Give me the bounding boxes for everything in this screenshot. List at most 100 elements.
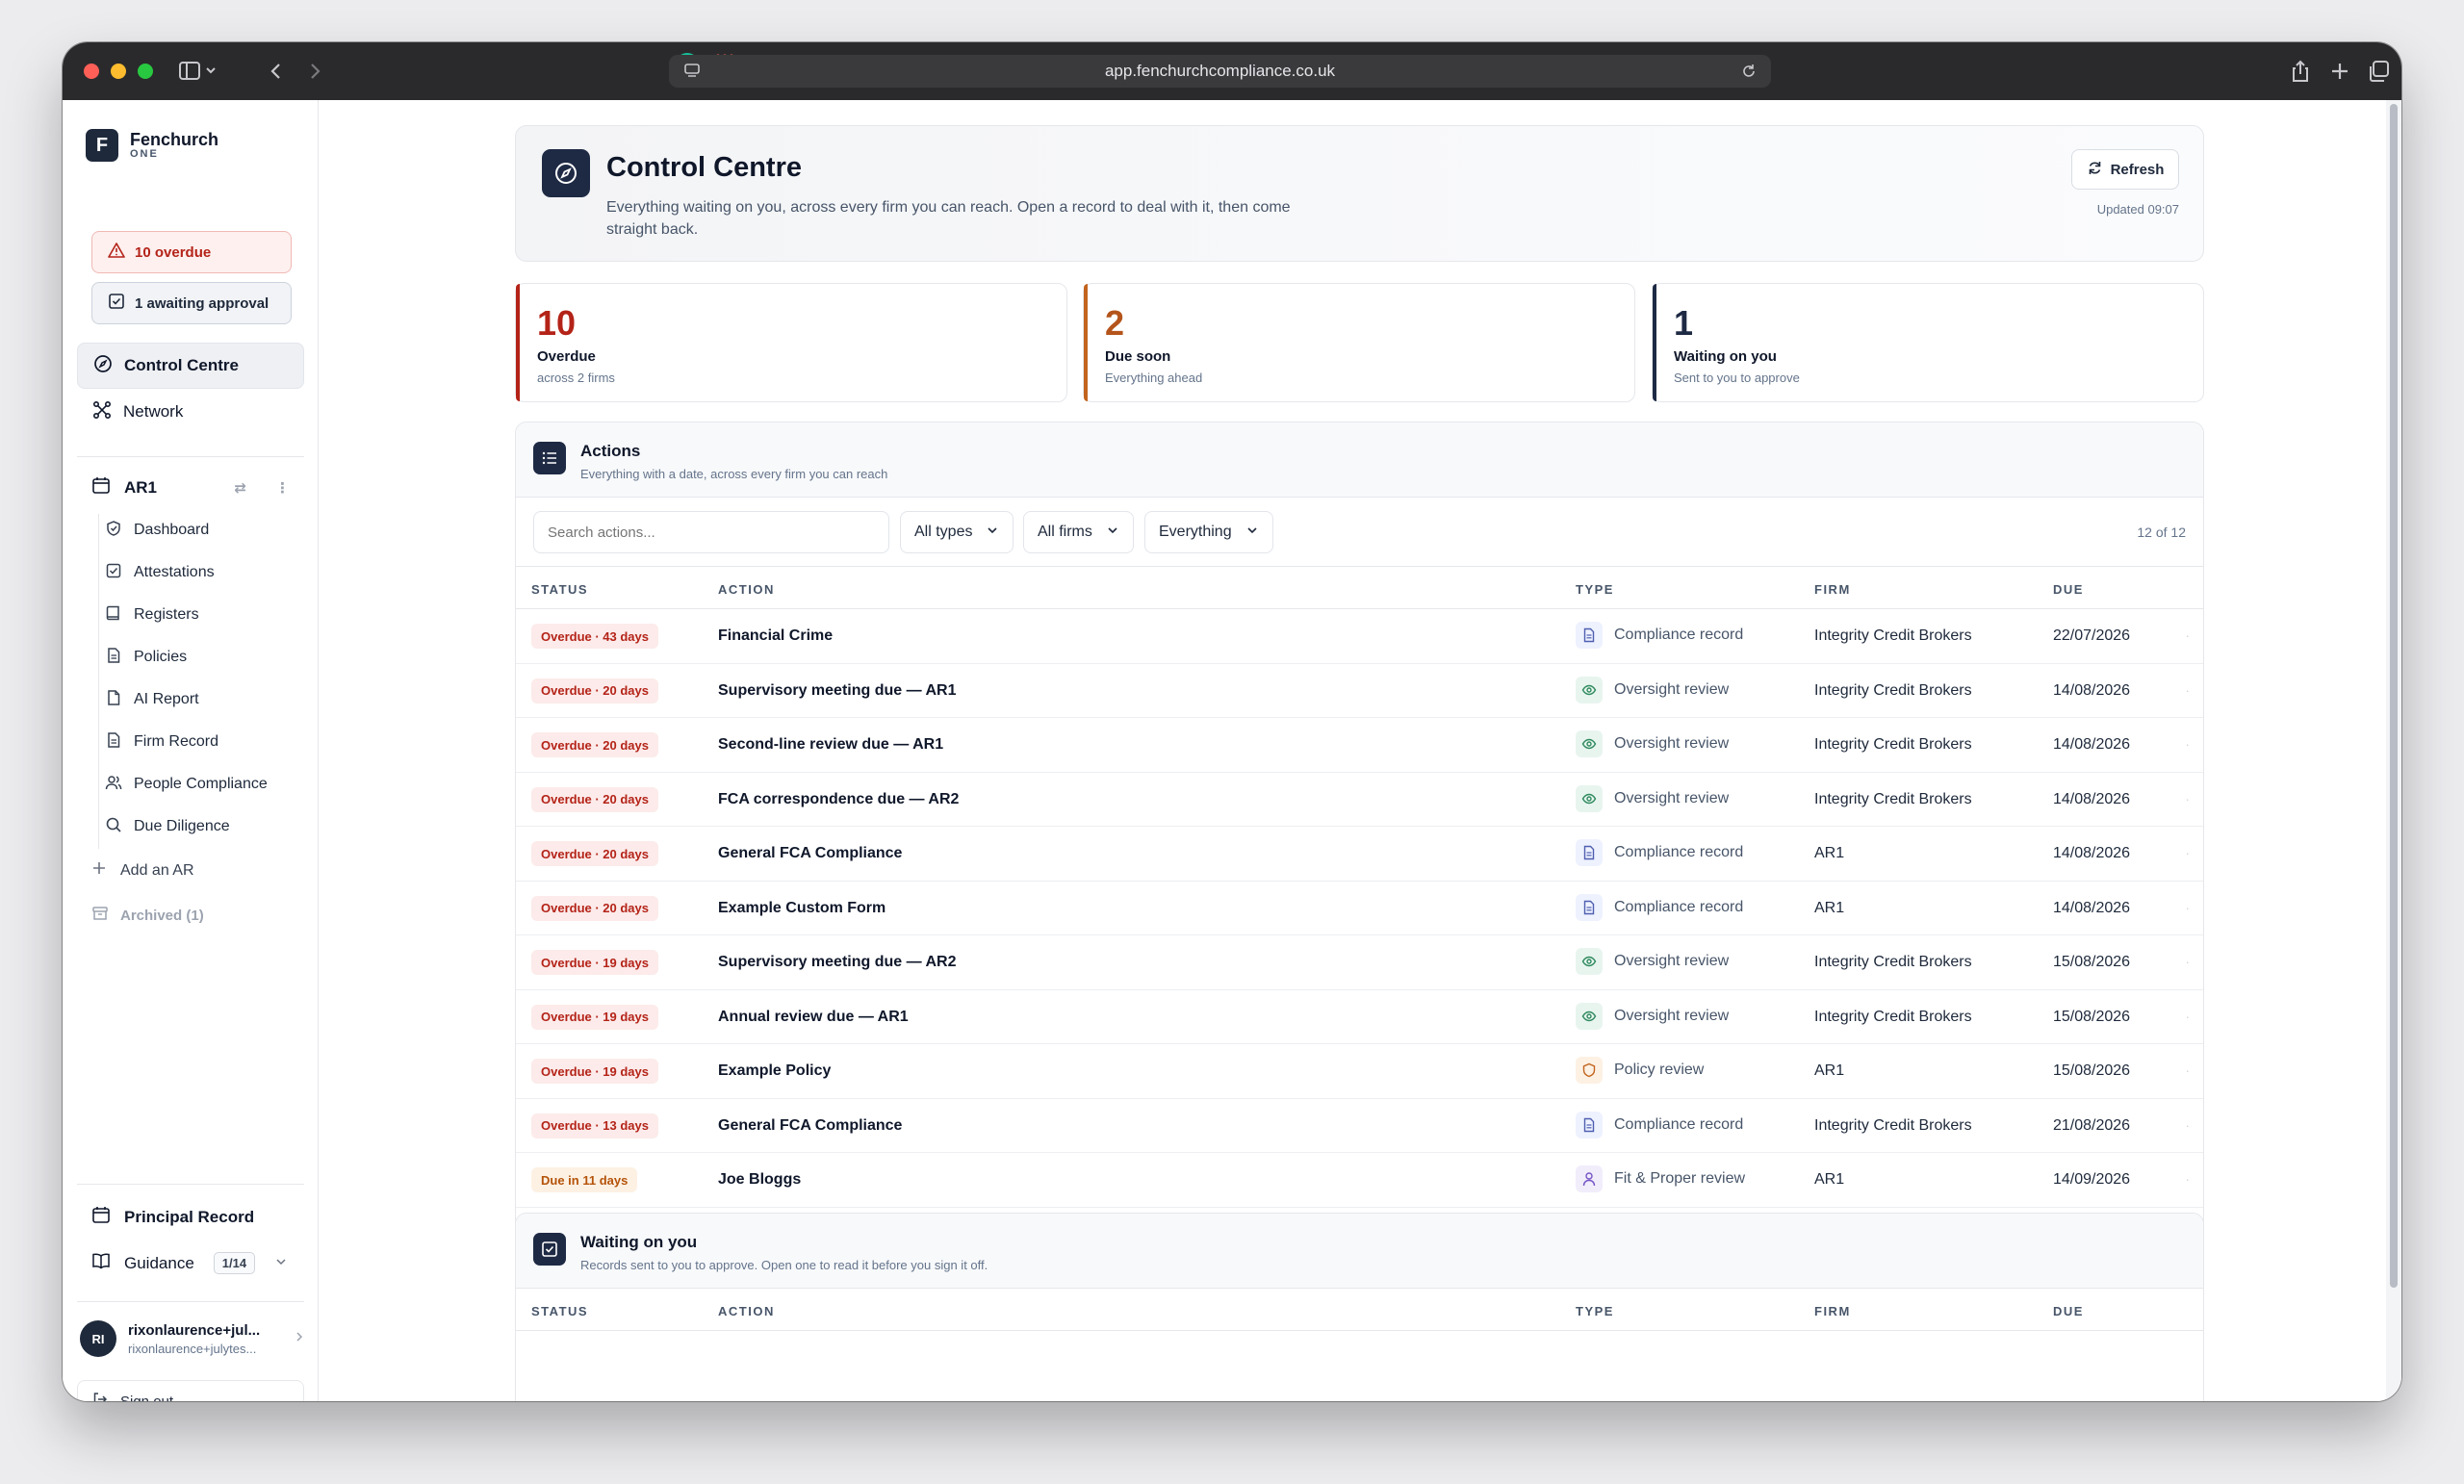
sidebar: F Fenchurch ONE 10 overdue 1 awaiting ap…	[63, 100, 319, 1401]
type-cell: Compliance record	[1576, 1111, 1743, 1139]
maximize-window-button[interactable]	[138, 64, 153, 79]
scrollbar[interactable]	[2386, 100, 2401, 1401]
table-row[interactable]: Overdue · 20 days Supervisory meeting du…	[516, 664, 2203, 718]
search-actions-input[interactable]	[533, 511, 889, 553]
chevron-down-icon	[1245, 524, 1259, 542]
compass-icon	[93, 354, 113, 378]
range-filter-dropdown[interactable]: Everything	[1144, 511, 1273, 553]
minimize-window-button[interactable]	[111, 64, 126, 79]
subnav-label: People Compliance	[134, 776, 268, 792]
status-badge: Due in 11 days	[531, 1167, 638, 1192]
nav-control-centre[interactable]: Control Centre	[77, 343, 304, 389]
awaiting-approval-pill[interactable]: 1 awaiting approval	[91, 282, 292, 324]
brand[interactable]: F Fenchurch ONE	[86, 129, 218, 162]
subnav-firm-record[interactable]: Firm Record	[105, 728, 218, 756]
status-badge: Overdue · 20 days	[531, 678, 658, 704]
dropdown-value: Everything	[1159, 524, 1232, 540]
file-icon	[105, 689, 122, 711]
actions-subtitle: Everything with a date, across every fir…	[580, 467, 888, 481]
switch-ar-icon[interactable]: ⇄	[234, 479, 246, 497]
actions-panel-header: Actions Everything with a date, across e…	[516, 422, 2203, 498]
type-cell: Oversight review	[1576, 676, 1729, 704]
table-row[interactable]: Overdue · 20 days FCA correspondence due…	[516, 773, 2203, 827]
subnav-people-compliance[interactable]: People Compliance	[105, 770, 268, 799]
subnav-registers[interactable]: Registers	[105, 601, 199, 629]
table-row[interactable]: Overdue · 20 days Second-line review due…	[516, 718, 2203, 773]
archived-link[interactable]: Archived (1)	[91, 905, 204, 926]
tab-overview-icon[interactable]	[2367, 58, 2392, 91]
guidance-link[interactable]: Guidance 1/14	[91, 1251, 294, 1275]
subnav-policies[interactable]: Policies	[105, 643, 187, 672]
firm-filter-dropdown[interactable]: All firms	[1023, 511, 1134, 553]
main-content: Control Centre Everything waiting on you…	[320, 100, 2401, 1401]
firm-name: AR1	[1814, 1171, 1845, 1188]
back-icon[interactable]	[263, 58, 290, 91]
overdue-pill[interactable]: 10 overdue	[91, 231, 292, 273]
table-row[interactable]: Overdue · 13 days General FCA Compliance…	[516, 1099, 2203, 1153]
type-label: Oversight review	[1614, 1007, 1730, 1024]
waiting-subtitle: Records sent to you to approve. Open one…	[580, 1258, 988, 1272]
address-bar[interactable]: app.fenchurchcompliance.co.uk	[669, 55, 1771, 88]
refresh-button[interactable]: Refresh	[2071, 149, 2179, 190]
table-row[interactable]: Overdue · 19 days Annual review due — AR…	[516, 990, 2203, 1044]
calendar-icon	[91, 475, 111, 499]
due-date: 14/08/2026	[2053, 899, 2131, 916]
firm-name: AR1	[1814, 899, 1845, 916]
sign-out-button[interactable]: Sign out	[77, 1380, 304, 1401]
column-header-action: ACTION	[718, 582, 775, 597]
document-icon	[1576, 839, 1603, 866]
actions-table-body: Overdue · 43 days Financial Crime Compli…	[516, 609, 2203, 1262]
table-row[interactable]: Overdue · 19 days Example Policy Policy …	[516, 1044, 2203, 1099]
nav-network[interactable]: Network	[77, 389, 304, 435]
ar-switcher[interactable]: AR1 ⇄ ⋮	[91, 475, 303, 499]
subnav-ai-report[interactable]: AI Report	[105, 685, 199, 714]
stat-card-waiting[interactable]: 1 Waiting on you Sent to you to approve	[1652, 283, 2204, 402]
dropdown-value: All firms	[1038, 524, 1092, 540]
stat-card-overdue[interactable]: 10 Overdue across 2 firms	[515, 283, 1067, 402]
chevron-down-icon[interactable]	[274, 1254, 288, 1273]
due-date: 14/09/2026	[2053, 1171, 2131, 1188]
table-row[interactable]: Overdue · 20 days Example Custom Form Co…	[516, 882, 2203, 935]
table-row[interactable]: Overdue · 19 days Supervisory meeting du…	[516, 935, 2203, 990]
due-date: 14/08/2026	[2053, 845, 2131, 861]
user-account-menu[interactable]: RI rixonlaurence+jul... rixonlaurence+ju…	[80, 1320, 311, 1357]
guidance-progress-badge: 1/14	[213, 1252, 256, 1274]
subnav-label: Firm Record	[134, 733, 219, 750]
last-updated: Updated 09:07	[2096, 202, 2179, 217]
reload-icon[interactable]	[1740, 63, 1758, 85]
firm-name: AR1	[1814, 1062, 1845, 1079]
nav-label: Network	[123, 402, 184, 421]
url-text: app.fenchurchcompliance.co.uk	[1104, 62, 1336, 80]
action-name: Second-line review due — AR1	[718, 736, 944, 753]
table-row[interactable]: Overdue · 43 days Financial Crime Compli…	[516, 609, 2203, 664]
close-window-button[interactable]	[84, 64, 99, 79]
table-row[interactable]: Due in 11 days Joe Bloggs Fit & Proper r…	[516, 1153, 2203, 1208]
column-header-type: TYPE	[1576, 1304, 1614, 1318]
waiting-table-header: STATUS ACTION TYPE FIRM DUE	[516, 1289, 2203, 1331]
row-chevron-icon: ·	[2185, 627, 2190, 643]
subnav-dashboard[interactable]: Dashboard	[105, 516, 209, 545]
new-tab-icon[interactable]	[2328, 58, 2351, 91]
brand-logo: F	[86, 129, 118, 162]
table-row[interactable]: Overdue · 20 days General FCA Compliance…	[516, 827, 2203, 882]
subnav-attestations[interactable]: Attestations	[105, 558, 215, 587]
guidance-label: Guidance	[124, 1253, 194, 1272]
stat-label: Overdue	[537, 348, 596, 365]
stat-card-due-soon[interactable]: 2 Due soon Everything ahead	[1083, 283, 1635, 402]
nav-label: Control Centre	[124, 356, 239, 374]
forward-icon[interactable]	[301, 58, 328, 91]
due-date: 15/08/2026	[2053, 954, 2131, 970]
scrollbar-thumb[interactable]	[2390, 104, 2398, 1288]
type-filter-dropdown[interactable]: All types	[900, 511, 1014, 553]
subnav-due-diligence[interactable]: Due Diligence	[105, 812, 230, 841]
principal-record-link[interactable]: Principal Record	[91, 1205, 254, 1229]
browser-window: G app.fenchurchcompliance.co.uk	[63, 42, 2401, 1401]
more-options-icon[interactable]: ⋮	[275, 479, 290, 497]
sidebar-toggle-icon[interactable]	[178, 58, 218, 91]
type-label: Oversight review	[1614, 789, 1730, 806]
site-settings-icon[interactable]	[683, 63, 703, 85]
add-ar-button[interactable]: Add an AR	[91, 860, 194, 881]
type-cell: Compliance record	[1576, 893, 1743, 921]
share-icon[interactable]	[2288, 58, 2313, 91]
firm-name: Integrity Credit Brokers	[1814, 1008, 1972, 1025]
